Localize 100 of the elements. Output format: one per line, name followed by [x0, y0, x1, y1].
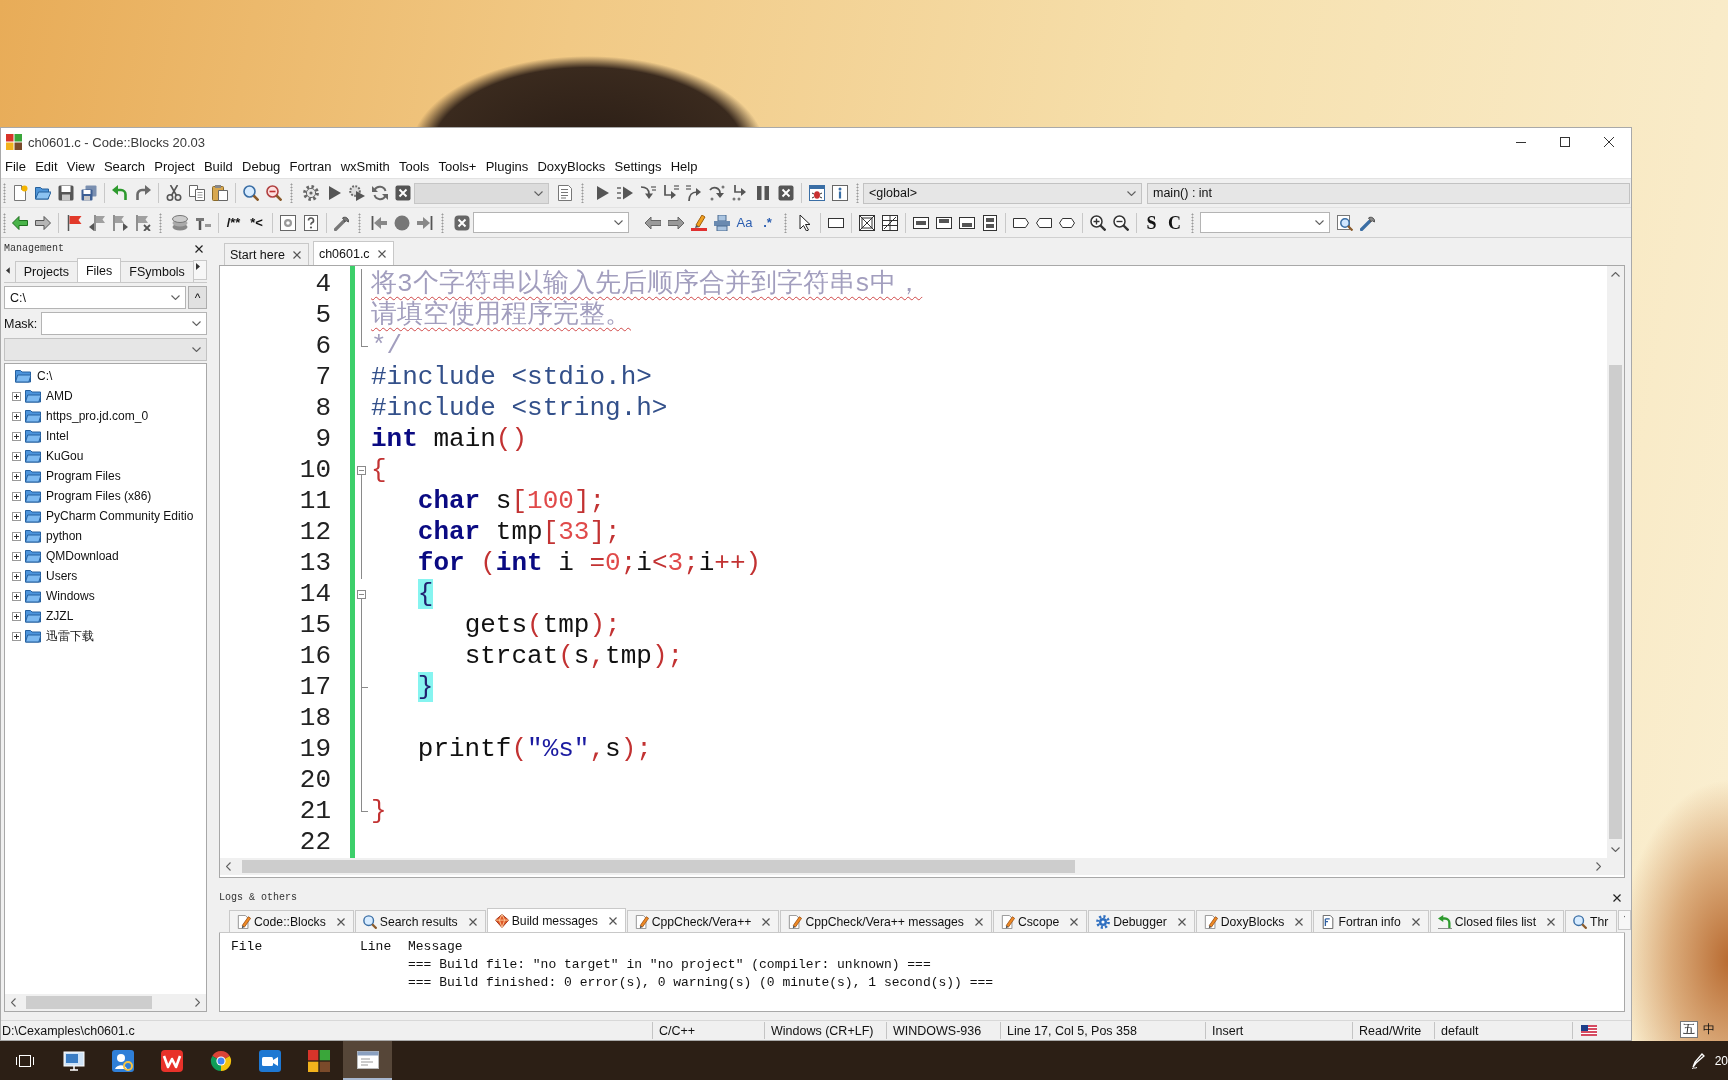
log-tab[interactable]: CppCheck/Vera++ [626, 910, 780, 932]
run-to-cursor-icon[interactable] [616, 185, 633, 201]
tree-item[interactable]: python [46, 529, 83, 543]
forward-arrow-icon[interactable] [34, 214, 51, 231]
refresh-icon[interactable] [371, 185, 388, 201]
maximize-icon[interactable] [1560, 137, 1570, 147]
close-icon[interactable] [195, 244, 203, 253]
step-over-icon[interactable] [639, 185, 656, 201]
selection-icon[interactable] [713, 214, 730, 231]
log-tab[interactable]: Thr [1565, 910, 1618, 932]
close-icon[interactable] [292, 250, 301, 259]
new-file-icon[interactable] [11, 185, 28, 201]
match-case-button[interactable]: Aa [733, 212, 756, 233]
right-arrow-icon[interactable] [667, 214, 684, 231]
chevron-left-icon[interactable] [226, 862, 231, 871]
tree-item[interactable]: 迅雷下载 [46, 627, 94, 645]
log-tab[interactable]: Build messages [486, 908, 626, 932]
log-tab[interactable]: Fortran info [1313, 910, 1429, 932]
paste-icon[interactable] [211, 185, 228, 201]
menu-item[interactable]: wxSmith [336, 157, 395, 177]
menu-item[interactable]: Help [666, 157, 703, 177]
taskbar-button[interactable] [343, 1041, 392, 1080]
monitor-icon[interactable] [62, 1050, 85, 1071]
expand-icon[interactable] [12, 611, 21, 621]
input-language-button[interactable]: 中 [1703, 1021, 1715, 1038]
tree-item[interactable]: Program Files (x86) [46, 489, 152, 503]
expand-icon[interactable] [12, 631, 21, 641]
open-folder-icon[interactable] [34, 185, 51, 201]
color-blocks-icon[interactable] [307, 1049, 330, 1072]
editor-tab[interactable]: Start here [224, 243, 309, 265]
close-icon[interactable] [608, 916, 617, 925]
expand-icon[interactable] [12, 511, 21, 521]
close-icon[interactable] [1411, 917, 1420, 926]
zoom-out-icon[interactable] [1112, 214, 1129, 231]
close-icon[interactable] [468, 917, 477, 926]
triangle-left-icon[interactable] [6, 267, 10, 274]
expand-icon[interactable] [12, 491, 21, 501]
chevron-left-icon[interactable] [11, 998, 16, 1007]
block-comment-button[interactable]: /** [222, 212, 245, 233]
menu-item[interactable]: DoxyBlocks [532, 157, 610, 177]
close-icon[interactable] [1295, 917, 1304, 926]
tree-item[interactable]: ZJZL [46, 609, 74, 623]
grid-icon[interactable] [881, 214, 898, 231]
layout-icon[interactable] [958, 214, 975, 231]
close-icon[interactable] [1613, 893, 1621, 902]
chevron-down-icon[interactable] [614, 220, 623, 225]
log-tab[interactable]: CppCheck/Vera++ messages [780, 910, 992, 932]
tree-item[interactable]: Users [46, 569, 78, 583]
scissors-icon[interactable] [165, 185, 182, 201]
triangle-right-icon[interactable] [196, 262, 201, 270]
close-icon[interactable] [1177, 917, 1186, 926]
path-combo[interactable]: C:\ [4, 286, 186, 309]
close-icon[interactable] [377, 249, 386, 258]
left-arrow-icon[interactable] [644, 214, 661, 231]
editor-tab[interactable]: ch0601.c [312, 241, 394, 265]
close-icon[interactable] [974, 917, 983, 926]
tree-item[interactable]: Program Files [46, 469, 121, 483]
menu-item[interactable]: Project [149, 157, 200, 177]
layout-icon[interactable] [981, 214, 998, 231]
menu-item[interactable]: Plugins [481, 157, 533, 177]
letter-button[interactable]: S [1140, 212, 1163, 233]
expand-icon[interactable] [12, 411, 21, 421]
stop-icon[interactable] [394, 185, 411, 201]
tree-item[interactable]: Intel [46, 429, 69, 443]
scrollbar-thumb[interactable] [1609, 365, 1622, 839]
panel-tab[interactable]: Files [76, 258, 122, 282]
chevron-right-icon[interactable] [195, 998, 200, 1007]
log-tab[interactable]: Cscope [992, 910, 1088, 932]
frame-icon[interactable] [279, 214, 296, 231]
menu-item[interactable]: Edit [30, 157, 63, 177]
info-icon[interactable] [831, 185, 848, 201]
search-icon[interactable] [242, 185, 259, 201]
tree-item[interactable]: Windows [46, 589, 95, 603]
video-camera-icon[interactable] [258, 1049, 281, 1072]
gear-icon[interactable] [302, 185, 319, 201]
panel-tab[interactable]: Projects [14, 261, 78, 282]
scrollbar-thumb[interactable] [242, 860, 1075, 873]
menu-item[interactable]: Settings [609, 157, 667, 177]
expand-icon[interactable] [12, 591, 21, 601]
chevron-right-icon[interactable] [1596, 862, 1601, 871]
tricolor-circle-icon[interactable] [209, 1049, 232, 1072]
flag-icon[interactable] [65, 214, 82, 231]
dot-icon[interactable] [393, 214, 410, 231]
panel-tab[interactable]: FSymbols [120, 261, 194, 282]
next-bookmark-icon[interactable] [111, 214, 128, 231]
save-all-icon[interactable] [80, 185, 97, 201]
menu-item[interactable]: Search [99, 157, 150, 177]
tree-item[interactable]: QMDownload [46, 549, 119, 563]
close-icon[interactable] [1070, 917, 1079, 926]
stop-icon[interactable] [777, 185, 794, 201]
previous-bookmark-icon[interactable] [88, 214, 105, 231]
pause-icon[interactable] [754, 185, 771, 201]
jump-forward-icon[interactable] [416, 214, 433, 231]
menu-item[interactable]: Fortran [284, 157, 337, 177]
highlighter-icon[interactable] [690, 214, 707, 231]
wrench-icon[interactable] [333, 214, 350, 231]
log-tab[interactable]: Search results [354, 910, 486, 932]
chevron-down-icon[interactable] [1127, 190, 1136, 196]
scrollbar-thumb[interactable] [26, 996, 152, 1009]
expand-icon[interactable] [12, 391, 21, 401]
